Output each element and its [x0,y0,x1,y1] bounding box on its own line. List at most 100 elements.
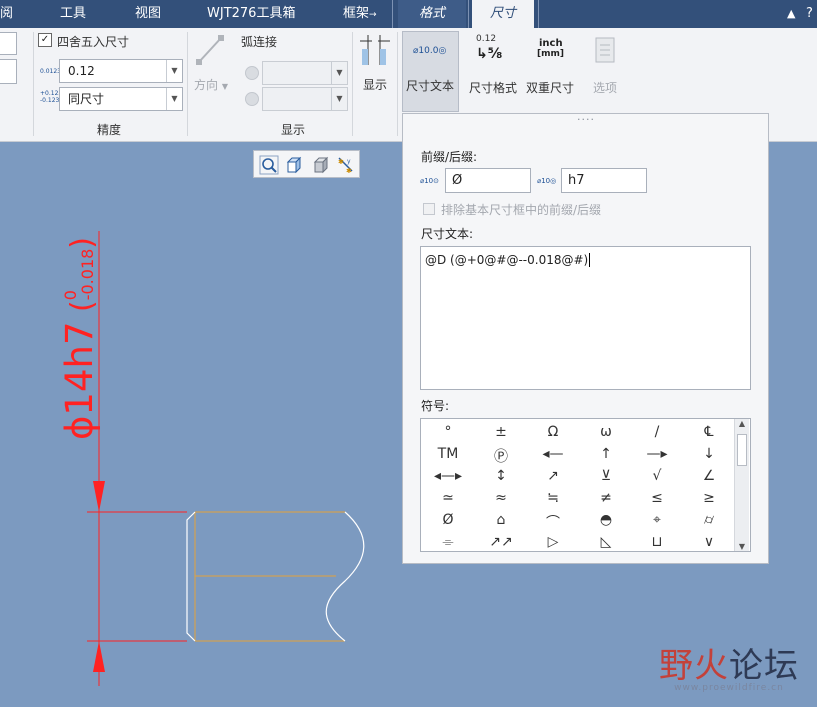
chevron-down-icon[interactable]: ▼ [166,88,182,110]
left-field-1[interactable] [0,32,17,55]
symbol-button[interactable]: / [632,424,682,440]
symbol-button[interactable]: ↗ [528,468,578,484]
symbol-button[interactable]: ⌒ [528,512,578,532]
symbol-button[interactable]: ⊻ [581,468,631,484]
symbol-button[interactable]: ◂—▸ [423,468,473,484]
symbol-button[interactable]: ⊔ [632,534,682,550]
symbol-button[interactable]: Ø [423,512,473,528]
left-field-2[interactable] [0,59,17,84]
symbol-button[interactable]: ↗↗ [476,534,526,550]
symbol-button[interactable]: ◓ [581,512,631,528]
exclude-prefix-label: 排除基本尺寸框中的前缀/后缀 [441,203,602,217]
diameter-dimension[interactable] [87,231,187,686]
symbol-button[interactable]: ≥ [684,490,734,506]
symbol-button[interactable]: ⌖ [632,512,682,528]
group-separator [397,32,398,136]
arc-radio-2[interactable] [245,92,259,106]
symbol-button[interactable]: ≒ [528,490,578,506]
part-geometry[interactable] [186,511,365,642]
symbol-palette-scrollbar[interactable]: ▲ ▼ [734,419,749,551]
decimal-places-icon: 0.0123 [40,68,61,75]
symbol-button[interactable]: ≃ [423,490,473,506]
direction-button[interactable]: 方向 ▼ [194,76,228,93]
symbol-button[interactable]: ⌭ [684,512,734,528]
dimension-text-panel: .... 前缀/后缀: ⌀10⊙ Ø ⌀10◎ h7 排除基本尺寸框中的前缀/后… [402,110,769,564]
collapse-ribbon-icon[interactable]: ▲ [787,0,795,28]
dual-dimension-button[interactable]: inch [mm] 双重尺寸 [523,31,579,112]
panel-grip-handle[interactable]: .... [577,110,595,123]
tab-tools[interactable]: 工具 [60,0,86,28]
text-cursor [589,253,591,267]
symbol-button[interactable]: ▷ [528,534,578,550]
tolerance-decimal-select[interactable]: 同尺寸 ▼ [59,87,183,111]
tab-dimension[interactable]: 尺寸 [472,0,534,28]
symbol-button[interactable]: ⌯ [423,534,473,550]
scrollbar-thumb[interactable] [737,434,747,466]
dimension-text[interactable]: ϕ14h7 ( 0 -0.018 ) [58,237,101,440]
dimension-arrow-bottom [93,641,105,672]
fraction-format-icon: ↳⅝ [476,46,503,62]
chevron-down-icon[interactable]: ▼ [331,62,347,84]
suffix-icon: ⌀10◎ [537,177,557,185]
prefix-input[interactable]: Ø [445,168,531,193]
dimension-arrow-top [93,481,105,512]
show-button[interactable]: 显示 [363,76,387,93]
symbol-button[interactable]: ≈ [476,490,526,506]
tab-review[interactable]: 阅 [0,0,24,28]
scroll-up-icon[interactable]: ▲ [735,419,749,432]
symbol-button[interactable]: ◺ [581,534,631,550]
tab-wjt276-toolbox[interactable]: WJT276工具箱 [207,0,295,28]
symbol-button[interactable]: ⌂ [476,512,526,528]
tab-frame[interactable]: 框架→ [343,0,377,28]
group-separator [352,32,353,136]
tab-view[interactable]: 视图 [135,0,161,28]
tolerance-decimal-icon: +0.123 -0.123 [40,90,63,104]
options-button[interactable]: 选项 [585,31,629,112]
symbol-button[interactable]: ↓ [684,446,734,462]
symbol-button[interactable]: ω [581,424,631,440]
symbol-button[interactable]: Ⓟ [476,446,526,466]
display-group-label: 显示 [281,123,306,137]
group-separator [33,32,34,136]
dimension-text-button[interactable]: ⌀10.0◎ 尺寸文本 [402,31,459,112]
group-separator [187,32,188,136]
symbol-button[interactable]: Ω [528,424,578,440]
chevron-down-icon[interactable]: ▼ [331,88,347,110]
scroll-down-icon[interactable]: ▼ [735,542,749,551]
arc-select-1[interactable]: ▼ [262,61,348,85]
tab-divider [468,0,469,28]
arc-select-2[interactable]: ▼ [262,87,348,111]
help-icon[interactable]: ? [806,0,813,28]
symbol-button[interactable]: ↑ [581,446,631,462]
symbol-button[interactable]: ° [423,424,473,440]
symbol-button[interactable]: ∨ [684,534,734,550]
symbol-button[interactable]: √ [632,468,682,484]
tolerance-lower: -0.018 [78,248,97,301]
tab-format[interactable]: 格式 [398,0,466,28]
decimal-places-select[interactable]: 0.12 ▼ [59,59,183,83]
arc-radio-1[interactable] [245,66,259,80]
suffix-input[interactable]: h7 [561,168,647,193]
dimension-text-editor[interactable]: @D (@+0@#@--0.018@#) [420,246,751,390]
symbol-button[interactable]: TM [423,446,473,462]
symbol-button[interactable]: ◂— [528,446,578,462]
symbol-button[interactable]: —▸ [632,446,682,462]
symbol-button[interactable]: ≠ [581,490,631,506]
tab-divider [392,0,393,28]
symbol-button[interactable]: ≤ [632,490,682,506]
symbol-button[interactable]: ∠ [684,468,734,484]
chevron-down-icon[interactable]: ▼ [166,60,182,82]
document-icon [595,37,615,63]
symbol-button[interactable]: ℄ [684,424,734,440]
chevron-down-icon: ▼ [221,82,228,91]
symbol-button[interactable]: ↕ [476,468,526,484]
exclude-prefix-checkbox[interactable] [423,203,435,215]
prefix-icon: ⌀10⊙ [420,177,439,185]
rounding-checkbox[interactable]: ✓ [38,33,52,47]
tab-divider [538,0,539,28]
dimension-text-label: 尺寸文本: [421,227,474,241]
prefix-suffix-label: 前缀/后缀: [421,150,478,164]
dimension-format-button[interactable]: 0.12 ↳⅝ 尺寸格式 [466,31,522,112]
tolerance-upper: 0 [61,290,80,301]
symbol-button[interactable]: ± [476,424,526,440]
